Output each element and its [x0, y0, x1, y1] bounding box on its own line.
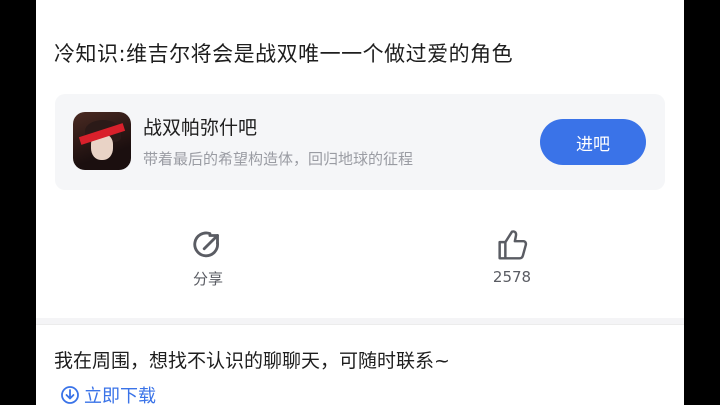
share-icon — [193, 231, 219, 258]
forum-name[interactable]: 战双帕弥什吧 — [143, 113, 257, 140]
share-button[interactable]: 分享 — [168, 226, 248, 289]
post-title[interactable]: 冷知识:维吉尔将会是战双唯一一个做过爱的角色 — [54, 38, 513, 68]
forum-avatar[interactable] — [73, 112, 131, 170]
download-label: 立即下载 — [84, 386, 156, 405]
enter-forum-button[interactable]: 进吧 — [540, 119, 646, 165]
forum-description: 带着最后的希望构造体，回归地球的征程 — [143, 150, 414, 168]
download-icon — [61, 386, 79, 404]
like-button[interactable]: 2578 — [472, 226, 552, 286]
thumbs-up-icon — [498, 230, 528, 260]
like-count: 2578 — [492, 268, 532, 286]
download-link[interactable]: 立即下载 — [60, 382, 156, 405]
forum-card[interactable]: 战双帕弥什吧 带着最后的希望构造体，回归地球的征程 进吧 — [55, 94, 665, 190]
share-label: 分享 — [192, 270, 223, 288]
ad-text[interactable]: 我在周围，想找不认识的聊聊天，可随时联系~ — [54, 346, 450, 373]
